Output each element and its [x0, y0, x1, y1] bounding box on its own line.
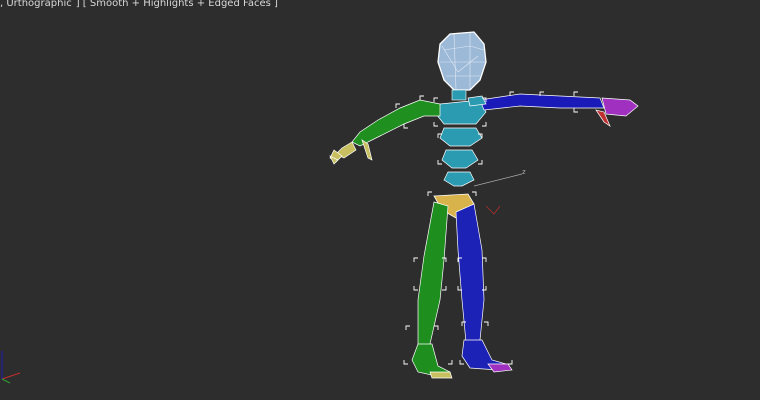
biped-right-leg[interactable]: [455, 203, 513, 373]
biped-right-arm[interactable]: [467, 93, 605, 111]
3d-viewport[interactable]: , Urthographic] [ Smooth + Highlights + …: [0, 0, 760, 400]
biped-spine[interactable]: [435, 99, 487, 187]
viewport-axis-tag: z: [522, 168, 526, 176]
biped-helper-lines: [473, 173, 523, 215]
axis-tripod-gizmo: [1, 351, 21, 384]
biped-scene[interactable]: z: [0, 0, 760, 400]
biped-right-hand[interactable]: [595, 97, 639, 127]
biped-head[interactable]: [437, 31, 487, 91]
biped-neck[interactable]: [451, 89, 467, 101]
biped-left-arm[interactable]: [335, 99, 441, 159]
